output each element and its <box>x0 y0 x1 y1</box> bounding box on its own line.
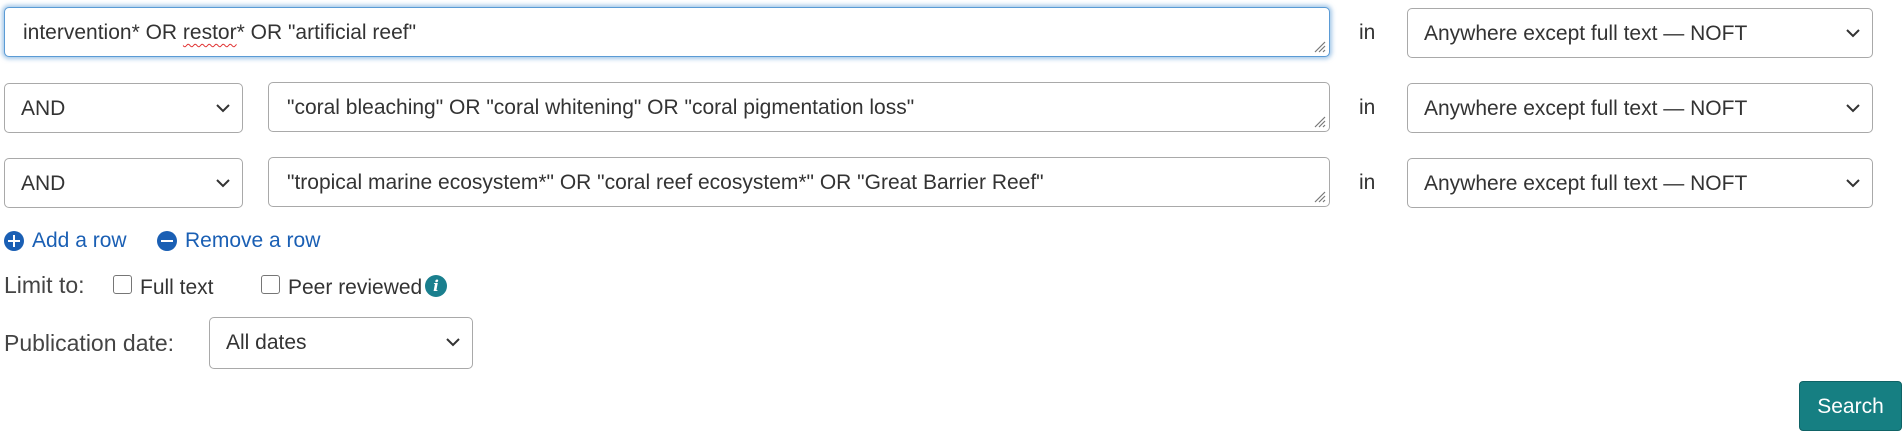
query-text-1b: * OR "artificial reef" <box>236 21 417 44</box>
remove-row-label: Remove a row <box>185 229 321 252</box>
in-label-1: in <box>1359 21 1376 44</box>
full-text-checkbox[interactable] <box>113 275 132 294</box>
chevron-down-icon <box>1846 104 1860 113</box>
field-select-3-value: Anywhere except full text — NOFT <box>1424 172 1748 195</box>
operator-select-3-value: AND <box>21 172 66 195</box>
publication-date-select[interactable]: All dates <box>209 317 473 369</box>
peer-reviewed-checkbox[interactable] <box>261 275 280 294</box>
resize-grip-icon[interactable] <box>1314 116 1326 128</box>
field-select-1[interactable]: Anywhere except full text — NOFT <box>1407 8 1873 58</box>
chevron-down-icon <box>1846 29 1860 38</box>
query-text-3: "tropical marine ecosystem*" OR "coral r… <box>287 171 1044 194</box>
query-text-2: "coral bleaching" OR "coral whitening" O… <box>287 96 915 119</box>
minus-circle-icon <box>157 231 177 251</box>
search-query-input-3[interactable]: "tropical marine ecosystem*" OR "coral r… <box>268 157 1330 207</box>
chevron-down-icon <box>1846 179 1860 188</box>
add-row-link[interactable]: Add a row <box>4 229 127 253</box>
query-text-1-misspelled: restor <box>182 21 237 44</box>
limit-to-label: Limit to: <box>4 272 85 298</box>
in-label-3: in <box>1359 171 1376 194</box>
query-text-1a: intervention* OR <box>23 21 183 44</box>
chevron-down-icon <box>216 179 230 188</box>
publication-date-label: Publication date: <box>4 330 175 356</box>
plus-circle-icon <box>4 231 24 251</box>
info-icon[interactable]: i <box>425 275 447 297</box>
search-button[interactable]: Search <box>1799 381 1902 431</box>
chevron-down-icon <box>446 338 460 347</box>
publication-date-value: All dates <box>226 331 307 354</box>
operator-select-3[interactable]: AND <box>4 158 243 208</box>
add-row-label: Add a row <box>32 229 127 252</box>
resize-grip-icon[interactable] <box>1314 191 1326 203</box>
remove-row-link[interactable]: Remove a row <box>157 229 320 253</box>
operator-select-2[interactable]: AND <box>4 83 243 133</box>
field-select-1-value: Anywhere except full text — NOFT <box>1424 22 1748 45</box>
chevron-down-icon <box>216 104 230 113</box>
search-query-input-1[interactable]: intervention* OR restor* OR "artificial … <box>4 7 1330 57</box>
operator-select-2-value: AND <box>21 97 66 120</box>
field-select-3[interactable]: Anywhere except full text — NOFT <box>1407 158 1873 208</box>
field-select-2[interactable]: Anywhere except full text — NOFT <box>1407 83 1873 133</box>
resize-grip-icon[interactable] <box>1314 41 1326 53</box>
full-text-label[interactable]: Full text <box>140 276 214 300</box>
in-label-2: in <box>1359 96 1376 119</box>
peer-reviewed-label[interactable]: Peer reviewed <box>288 276 422 300</box>
search-query-input-2[interactable]: "coral bleaching" OR "coral whitening" O… <box>268 82 1330 132</box>
field-select-2-value: Anywhere except full text — NOFT <box>1424 97 1748 120</box>
